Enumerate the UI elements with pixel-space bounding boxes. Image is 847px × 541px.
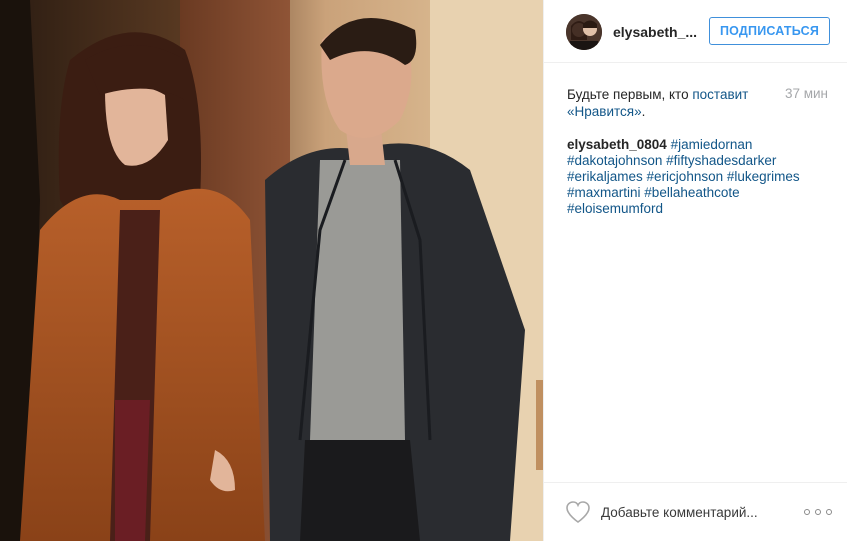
- username-link[interactable]: elysabeth_...: [613, 24, 697, 40]
- avatar[interactable]: [566, 14, 602, 50]
- post-caption: elysabeth_0804 #jamiedornan #dakotajohns…: [567, 137, 829, 217]
- hashtag[interactable]: #eloisemumford: [567, 201, 663, 216]
- hashtag[interactable]: #erikaljames: [567, 169, 643, 184]
- post-sidebar: elysabeth_... ПОДПИСАТЬСЯ Будьте первым,…: [543, 0, 847, 541]
- likes-text: Будьте первым, кто поставит «Нравится».: [567, 86, 767, 120]
- photo-illustration: [0, 0, 543, 541]
- hashtag[interactable]: #lukegrimes: [727, 169, 800, 184]
- post-photo[interactable]: [0, 0, 543, 541]
- post-footer: [544, 482, 847, 541]
- hashtag[interactable]: #bellaheathcote: [644, 185, 739, 200]
- comment-input[interactable]: [601, 501, 761, 523]
- hashtag[interactable]: #jamiedornan: [671, 137, 753, 152]
- hashtag[interactable]: #ericjohnson: [647, 169, 724, 184]
- post-timestamp[interactable]: 37 мин: [785, 86, 828, 101]
- hashtag[interactable]: #fiftyshadesdarker: [666, 153, 776, 168]
- follow-button[interactable]: ПОДПИСАТЬСЯ: [709, 17, 830, 45]
- dot-icon: [804, 509, 810, 515]
- dot-icon: [815, 509, 821, 515]
- caption-author[interactable]: elysabeth_0804: [567, 137, 667, 152]
- more-options-icon[interactable]: [804, 504, 832, 520]
- dot-icon: [826, 509, 832, 515]
- likes-prefix: Будьте первым, кто: [567, 87, 693, 102]
- heart-outline-icon[interactable]: [565, 500, 591, 524]
- hashtag[interactable]: #maxmartini: [567, 185, 641, 200]
- post-header: elysabeth_... ПОДПИСАТЬСЯ: [544, 0, 847, 63]
- avatar-image: [566, 14, 602, 50]
- hashtag[interactable]: #dakotajohnson: [567, 153, 662, 168]
- likes-suffix: .: [641, 104, 646, 119]
